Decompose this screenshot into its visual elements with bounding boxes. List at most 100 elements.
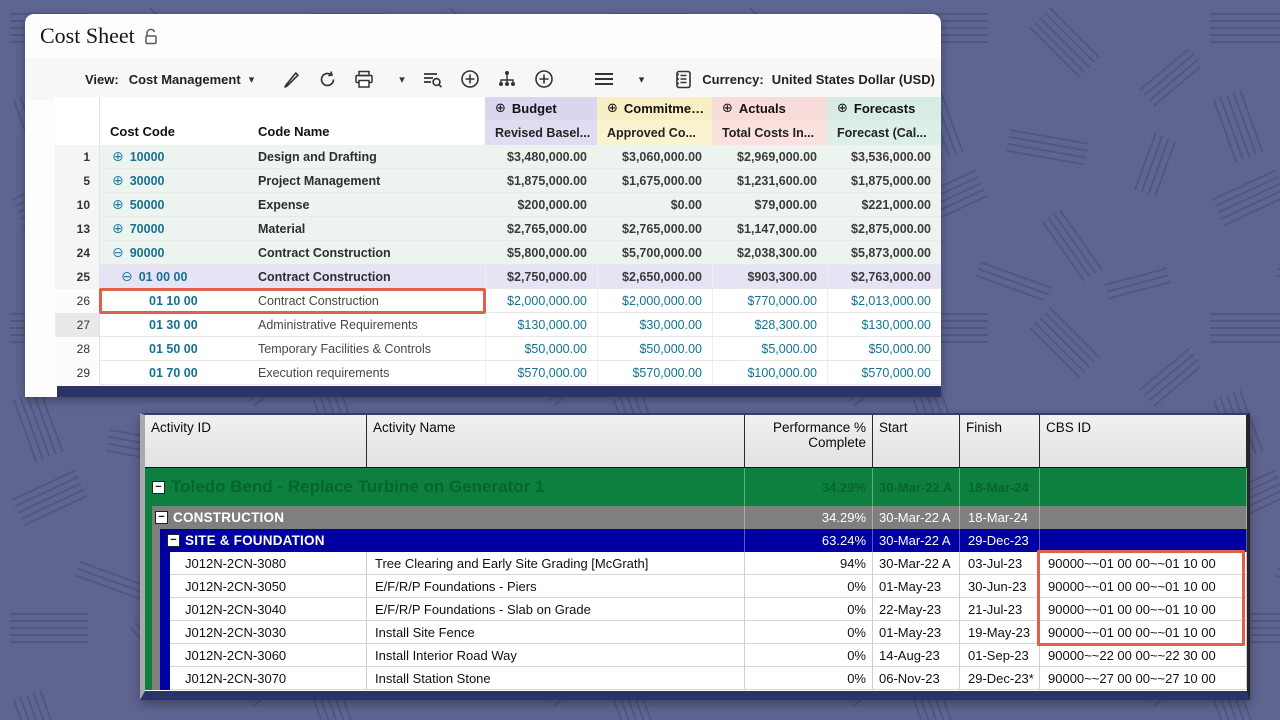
expand-icon[interactable]: ⊕ [112,149,124,165]
menu-icon[interactable] [594,71,614,87]
expand-group-icon[interactable]: ⊕ [607,101,618,116]
page-title: Cost Sheet [40,23,135,49]
activity-pct: 0% [745,667,873,689]
cost-code-link[interactable]: 01 50 00 [149,342,198,356]
group-header-commitments[interactable]: ⊕ Commitme… [597,97,712,120]
schedule-body: − Toledo Bend - Replace Turbine on Gener… [145,468,1247,690]
activity-name: Install Site Fence [367,621,745,643]
column-header-start[interactable]: Start [873,415,960,467]
table-row[interactable]: 28 01 50 00 Temporary Facilities & Contr… [55,337,941,361]
row-number: 5 [55,169,100,193]
activity-row[interactable]: J012N-2CN-3080 Tree Clearing and Early S… [145,552,1247,575]
activity-row[interactable]: J012N-2CN-3040 E/F/R/P Foundations - Sla… [145,598,1247,621]
cost-sheet-header: Cost Code Code Name ⊕ Budget ⊕ Commitme…… [55,97,941,145]
column-header-code-name[interactable]: Code Name [248,97,485,145]
forecasts-value: $2,763,000.00 [827,265,941,289]
column-header-activity-name[interactable]: Activity Name [367,415,745,467]
activity-row[interactable]: J012N-2CN-3030 Install Site Fence 0% 01-… [145,621,1247,644]
print-menu-caret-icon[interactable]: ▾ [399,73,405,86]
add-child-icon[interactable] [534,69,554,89]
table-row[interactable]: 24 ⊖90000 Contract Construction $5,800,0… [55,241,941,265]
subcolumn-header-forecast[interactable]: Forecast (Cal... [827,120,941,145]
code-name: Contract Construction [248,246,485,260]
activity-pct: 0% [745,644,873,666]
project-start: 30-Mar-22 A [873,468,960,506]
activity-id: J012N-2CN-3040 [145,598,367,620]
collapse-icon[interactable]: ⊖ [112,245,124,261]
table-row[interactable]: 25 ⊖01 00 00 Contract Construction $2,75… [55,265,941,289]
table-row-highlighted[interactable]: 26 01 10 00 Contract Construction $2,000… [55,289,941,313]
table-row[interactable]: 5 ⊕30000 Project Management $1,875,000.0… [55,169,941,193]
group-header-forecasts[interactable]: ⊕ Forecasts [827,97,941,120]
collapse-icon[interactable]: ⊖ [121,269,133,285]
activity-row[interactable]: J012N-2CN-3070 Install Station Stone 0% … [145,667,1247,690]
cost-code-link[interactable]: 01 00 00 [139,270,188,284]
row-number: 24 [55,241,100,265]
group-header-actuals[interactable]: ⊕ Actuals [712,97,827,120]
refresh-icon[interactable] [318,70,337,89]
column-header-performance[interactable]: Performance % Complete [745,415,873,467]
activity-start: 30-Mar-22 A [873,552,960,574]
chevron-down-icon[interactable]: ▾ [249,73,255,86]
project-row[interactable]: − Toledo Bend - Replace Turbine on Gener… [145,468,1247,506]
add-row-icon[interactable] [460,69,480,89]
activity-cbs-id: 90000~~01 00 00~~01 10 00 [1040,552,1247,574]
expand-group-icon[interactable]: ⊕ [722,101,733,116]
cost-code-link[interactable]: 70000 [130,222,165,236]
cost-code-link[interactable]: 50000 [130,198,165,212]
column-header-finish[interactable]: Finish [960,415,1040,467]
commitments-value: $2,650,000.00 [597,265,712,289]
expand-icon[interactable]: ⊕ [112,173,124,189]
cost-code-link[interactable]: 01 70 00 [149,366,198,380]
code-name: Administrative Requirements [248,318,485,332]
menu-caret-icon[interactable]: ▾ [639,73,645,86]
expand-icon[interactable]: ⊕ [112,197,124,213]
column-header-activity-id[interactable]: Activity ID [145,415,367,467]
wbs-cbs-empty [1040,506,1247,529]
forecasts-value: $2,013,000.00 [827,289,941,313]
subcolumn-header-approved-commitments[interactable]: Approved Co... [597,120,712,145]
commitments-value: $3,060,000.00 [597,145,712,169]
row-number: 25 [55,265,100,289]
expand-icon[interactable]: ⊕ [112,221,124,237]
table-row[interactable]: 13 ⊕70000 Material $2,765,000.00 $2,765,… [55,217,941,241]
subcolumn-header-total-costs[interactable]: Total Costs In... [712,120,827,145]
cost-code-link[interactable]: 01 10 00 [149,294,198,308]
cost-code-link[interactable]: 90000 [130,246,165,260]
table-row[interactable]: 27 01 30 00 Administrative Requirements … [55,313,941,337]
column-header-cost-code[interactable]: Cost Code [100,97,248,145]
table-row[interactable]: 29 01 70 00 Execution requirements $570,… [55,361,941,385]
table-row[interactable]: 10 ⊕50000 Expense $200,000.00 $0.00 $79,… [55,193,941,217]
construction-hierarchy-band [152,529,160,690]
group-header-budget[interactable]: ⊕ Budget [485,97,597,120]
code-name: Material [248,222,485,236]
wbs-row-construction[interactable]: − CONSTRUCTION 34.29% 30-Mar-22 A 18-Mar… [145,506,1247,529]
cost-code-link[interactable]: 30000 [130,174,165,188]
filter-search-icon[interactable] [422,70,443,89]
cost-code-link[interactable]: 01 30 00 [149,318,198,332]
project-hierarchy-band [145,506,152,690]
activity-name: E/F/R/P Foundations - Slab on Grade [367,598,745,620]
collapse-icon[interactable]: − [152,481,165,494]
actuals-value: $903,300.00 [712,265,827,289]
hierarchy-icon[interactable] [497,69,517,89]
project-name: Toledo Bend - Replace Turbine on Generat… [145,468,745,506]
table-row[interactable]: 1 ⊕10000 Design and Drafting $3,480,000.… [55,145,941,169]
activity-row[interactable]: J012N-2CN-3060 Install Interior Road Way… [145,644,1247,667]
forecasts-value: $1,875,000.00 [827,169,941,193]
actuals-value: $79,000.00 [712,193,827,217]
budget-value: $200,000.00 [485,193,597,217]
expand-group-icon[interactable]: ⊕ [837,101,848,116]
view-dropdown[interactable]: Cost Management [129,72,241,87]
cost-code-link[interactable]: 10000 [130,150,165,164]
activity-row[interactable]: J012N-2CN-3050 E/F/R/P Foundations - Pie… [145,575,1247,598]
wbs-row-site-foundation[interactable]: − SITE & FOUNDATION 63.24% 30-Mar-22 A 2… [145,529,1247,552]
expand-group-icon[interactable]: ⊕ [495,101,506,116]
subcolumn-header-revised-baseline[interactable]: Revised Basel... [485,120,597,145]
print-icon[interactable] [354,70,374,89]
collapse-icon[interactable]: − [155,511,168,524]
collapse-icon[interactable]: − [167,534,180,547]
column-header-cbs-id[interactable]: CBS ID [1040,415,1247,467]
edit-pencil-icon[interactable] [282,70,301,89]
project-cbs-empty [1040,468,1247,506]
